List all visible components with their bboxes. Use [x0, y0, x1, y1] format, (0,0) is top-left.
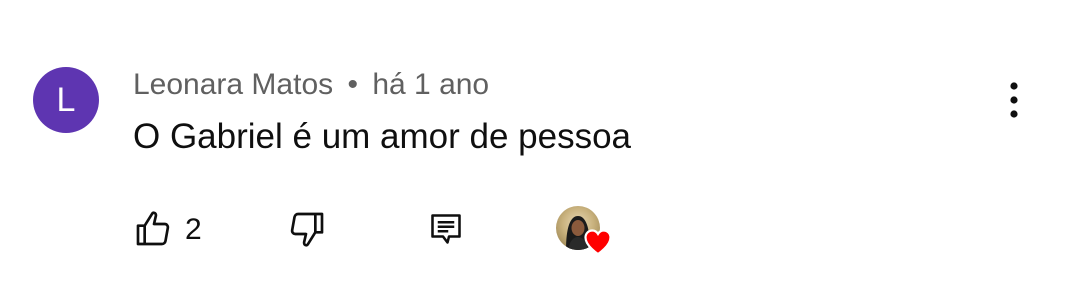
- comment-actions: 2: [0, 205, 1080, 255]
- author-name[interactable]: Leonara Matos: [133, 68, 333, 101]
- more-vertical-icon: [1010, 82, 1018, 118]
- avatar[interactable]: L: [33, 67, 99, 133]
- more-options-button[interactable]: [994, 78, 1034, 122]
- thumbs-up-icon: [136, 211, 170, 246]
- reply-button[interactable]: [428, 211, 464, 247]
- comment-item: L Leonara Matos • há 1 ano O Gabriel é u…: [0, 0, 1080, 307]
- thumbs-down-icon: [290, 212, 324, 247]
- comment-header: Leonara Matos • há 1 ano: [133, 68, 489, 102]
- reply-icon: [431, 214, 461, 244]
- comment-time[interactable]: há 1 ano: [372, 68, 489, 101]
- avatar-letter: L: [56, 80, 76, 119]
- like-button[interactable]: 2: [133, 209, 202, 249]
- dislike-button[interactable]: [287, 209, 327, 249]
- heart-icon: [584, 229, 612, 255]
- separator: •: [347, 68, 358, 101]
- like-count: 2: [185, 213, 202, 246]
- comment-text: O Gabriel é um amor de pessoa: [133, 117, 632, 156]
- creator-heart: [556, 205, 614, 257]
